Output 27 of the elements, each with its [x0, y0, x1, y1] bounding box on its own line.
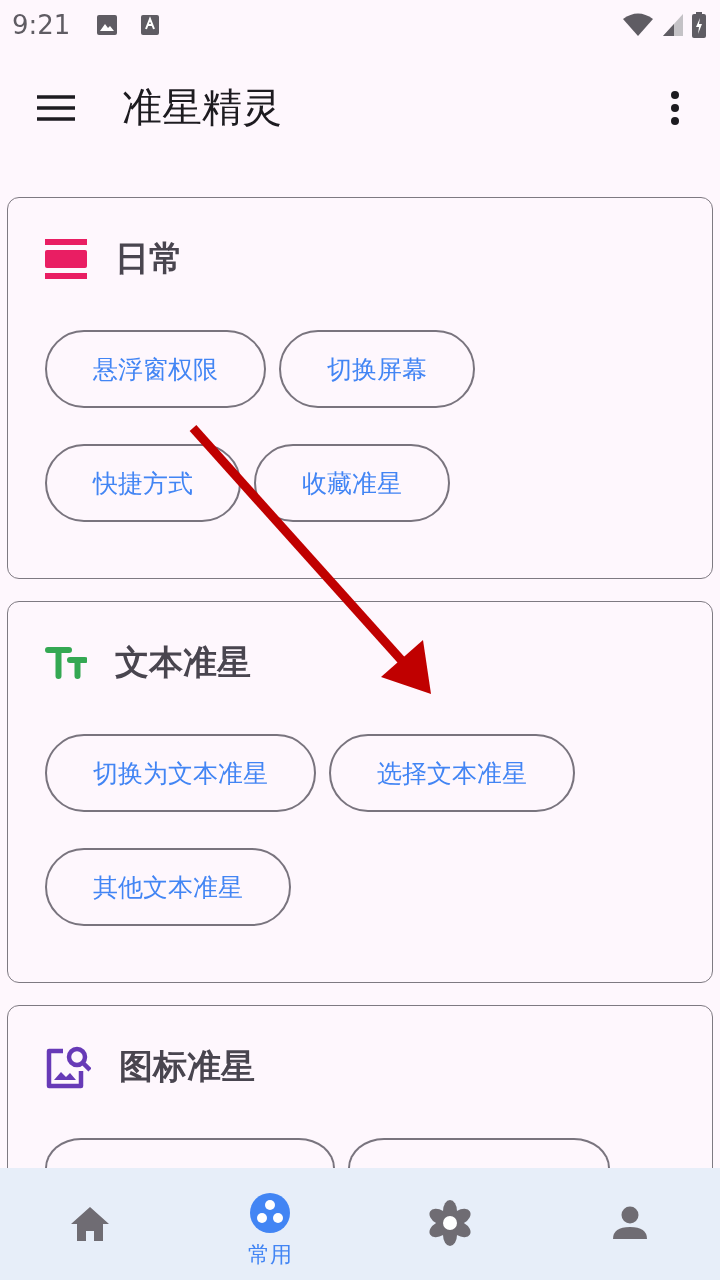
person-icon[interactable] — [612, 1206, 648, 1240]
text-size-icon — [45, 647, 87, 679]
status-time: 9:21 — [12, 10, 71, 40]
nav-label[interactable]: 常用 — [248, 1240, 292, 1270]
flower-icon[interactable] — [429, 1200, 471, 1246]
chip-button[interactable]: 切换屏幕 — [279, 330, 475, 408]
chip-button[interactable]: 其他文本准星 — [45, 848, 291, 926]
stacked-bars-icon — [45, 239, 87, 279]
chip-button[interactable]: 快捷方式 — [45, 444, 241, 522]
card-title: 图标准星 — [119, 1045, 255, 1088]
three-dots-circle-icon[interactable] — [249, 1192, 291, 1234]
chip-button[interactable]: 悬浮窗权限 — [45, 330, 266, 408]
app-title: 准星精灵 — [122, 83, 282, 132]
image-search-icon — [45, 1045, 91, 1089]
chip-button[interactable]: 切换为文本准星 — [45, 734, 316, 812]
menu-icon[interactable] — [37, 93, 75, 122]
wifi-icon — [622, 13, 654, 37]
more-icon[interactable] — [670, 90, 680, 125]
image-icon — [96, 14, 119, 36]
chip-button[interactable]: 收藏准星 — [254, 444, 450, 522]
battery-icon — [692, 12, 706, 38]
text-icon — [140, 14, 161, 36]
chip-button[interactable]: 选择文本准星 — [329, 734, 575, 812]
card-title: 文本准星 — [115, 641, 251, 684]
card-title: 日常 — [115, 237, 183, 280]
signal-icon — [662, 13, 684, 37]
home-icon[interactable] — [70, 1206, 110, 1242]
